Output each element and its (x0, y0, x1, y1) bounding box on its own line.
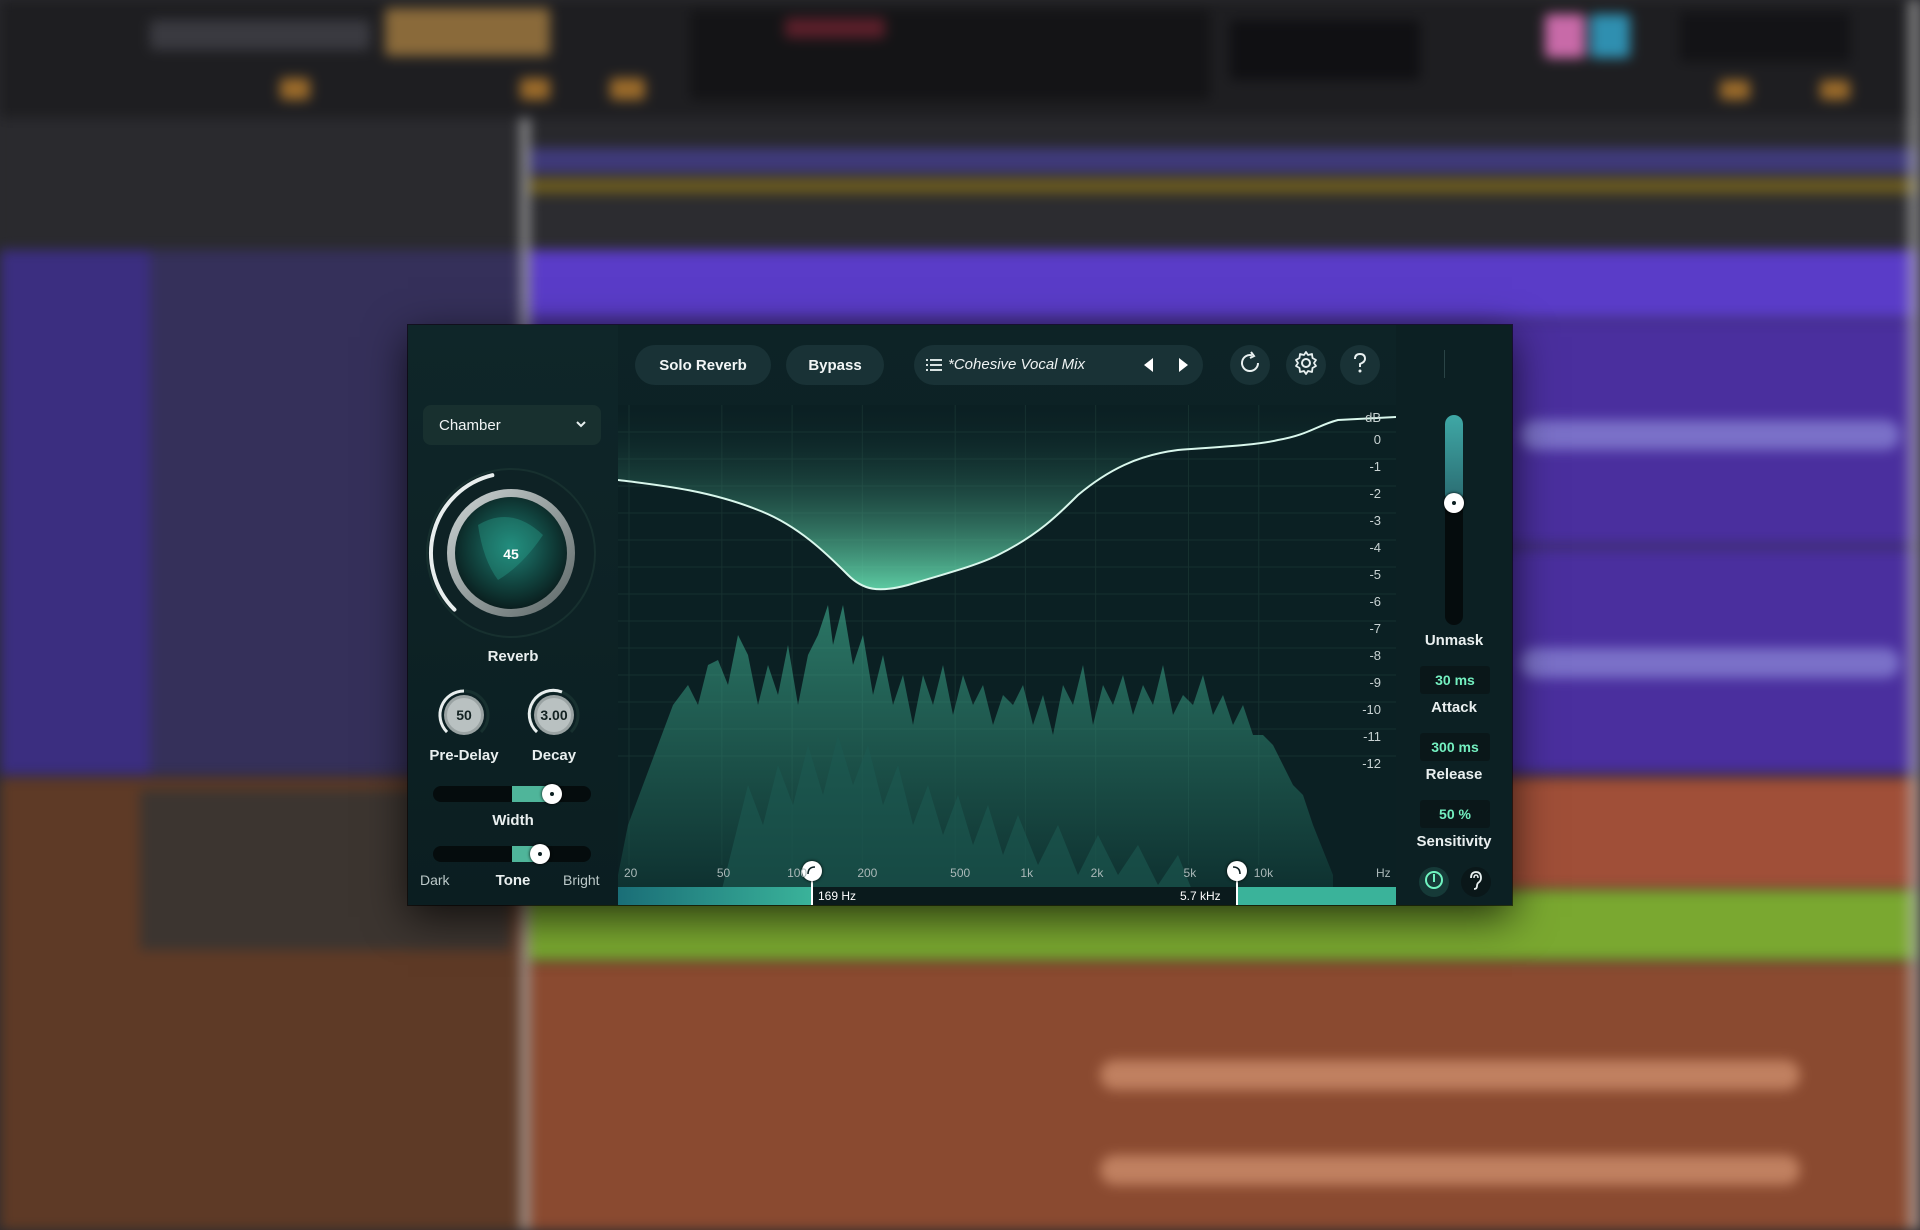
reverb-type-dropdown[interactable]: Chamber (423, 405, 601, 445)
preset-selector[interactable]: *Cohesive Vocal Mix (914, 345, 1203, 385)
low-range-bar (618, 887, 812, 905)
release-label: Release (1425, 766, 1483, 783)
bypass-button[interactable]: Bypass (786, 345, 884, 385)
db-tick-label: -11 (1363, 729, 1381, 744)
unmask-panel: Unmask 30 ms Attack 300 ms Release 50 % … (1396, 325, 1512, 905)
unmask-slider-thumb[interactable] (1444, 493, 1464, 514)
gear-icon (1293, 350, 1319, 381)
help-button[interactable] (1340, 345, 1380, 385)
low-frequency-label: 169 Hz (818, 889, 857, 903)
decay-value: 3.00 (540, 707, 567, 723)
tone-bright-label: Bright (563, 872, 600, 888)
high-frequency-label: 5.7 kHz (1180, 889, 1221, 903)
frequency-tick-label: 5k (1183, 866, 1197, 880)
tone-slider[interactable] (433, 844, 591, 864)
attack-label: Attack (1431, 699, 1477, 716)
decay-knob[interactable]: 3.00 (524, 685, 584, 745)
settings-button[interactable] (1286, 345, 1326, 385)
pre-delay-label: Pre-Delay (429, 747, 499, 764)
solo-reverb-button[interactable]: Solo Reverb (635, 345, 771, 385)
reverb-label: Reverb (487, 648, 539, 665)
arrow-right-icon[interactable] (1176, 357, 1190, 378)
power-icon (1424, 870, 1444, 895)
db-tick-label: -5 (1369, 567, 1381, 582)
pre-delay-knob[interactable]: 50 (434, 685, 494, 745)
reverb-knob[interactable]: 45 (423, 465, 599, 641)
sensitivity-value[interactable]: 50 % (1420, 800, 1490, 828)
db-tick-label: -7 (1369, 621, 1381, 636)
frequency-tick-label: 10k (1253, 866, 1274, 880)
reverb-plugin-window: Chamber 45 Reverb 50 Pre-Delay 3.00 Deca… (408, 325, 1512, 905)
db-tick-label: -12 (1362, 756, 1381, 771)
sensitivity-label: Sensitivity (1416, 833, 1492, 850)
tone-slider-thumb[interactable] (530, 844, 551, 864)
ear-icon (1468, 870, 1484, 895)
arrow-left-icon[interactable] (1142, 357, 1156, 378)
help-icon (1350, 351, 1370, 380)
reverb-knob-value: 45 (503, 546, 519, 562)
frequency-tick-label: 20 (624, 866, 638, 880)
high-frequency-handle[interactable] (1227, 861, 1247, 881)
frequency-unit-label: Hz (1376, 866, 1391, 880)
listen-button[interactable] (1461, 867, 1491, 897)
attack-value[interactable]: 30 ms (1420, 666, 1490, 694)
db-tick-label: 0 (1373, 432, 1381, 447)
db-tick-label: -8 (1369, 648, 1381, 663)
unmask-label: Unmask (1424, 632, 1484, 649)
power-button[interactable] (1419, 867, 1449, 897)
left-controls-panel: Chamber 45 Reverb 50 Pre-Delay 3.00 Deca… (408, 325, 618, 905)
frequency-tick-label: 200 (857, 866, 878, 880)
frequency-tick-label: 50 (716, 866, 731, 880)
loop-icon (1238, 350, 1262, 380)
db-tick-label: -6 (1369, 594, 1381, 609)
reverb-type-value: Chamber (439, 416, 501, 434)
high-range-bar (1237, 887, 1396, 905)
width-slider[interactable] (433, 784, 591, 804)
decay-label: Decay (531, 747, 577, 764)
preset-name: *Cohesive Vocal Mix (948, 356, 1085, 373)
frequency-tick-label: 100 (787, 866, 808, 880)
frequency-tick-label: 500 (950, 866, 971, 880)
spectrum-display[interactable]: 169 Hz 5.7 kHz (618, 405, 1396, 905)
release-value[interactable]: 300 ms (1420, 733, 1490, 761)
db-unit-label: dB (1365, 410, 1381, 425)
db-tick-label: -4 (1369, 540, 1381, 555)
pre-delay-value: 50 (456, 707, 472, 723)
db-tick-label: -3 (1369, 513, 1381, 528)
unmask-slider-fill (1445, 415, 1463, 504)
unmask-slider[interactable] (1444, 415, 1464, 625)
db-tick-label: -10 (1362, 702, 1381, 717)
frequency-tick-label: 2k (1090, 866, 1104, 880)
width-slider-thumb[interactable] (541, 784, 562, 804)
width-label: Width (492, 812, 534, 829)
list-icon[interactable] (926, 358, 942, 377)
db-tick-label: -1 (1369, 459, 1381, 474)
frequency-tick-label: 1k (1020, 866, 1034, 880)
db-tick-label: -9 (1369, 675, 1381, 690)
db-tick-label: -2 (1369, 486, 1381, 501)
chevron-down-icon (575, 417, 587, 434)
loop-button[interactable] (1230, 345, 1270, 385)
